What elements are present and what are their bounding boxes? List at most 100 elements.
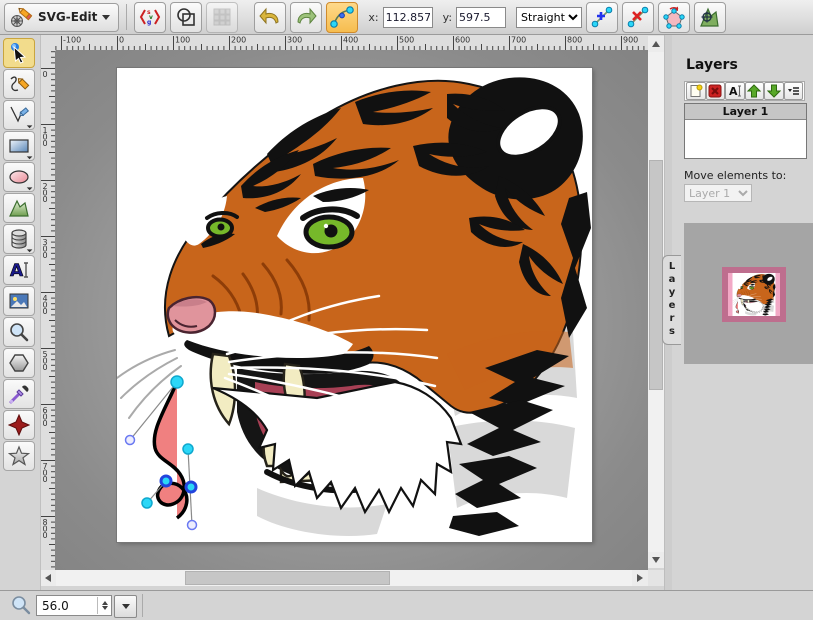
eyedropper-icon — [8, 383, 30, 405]
svg-text:700: 700 — [43, 462, 48, 484]
overlapping-shapes-icon — [175, 6, 197, 28]
svg-text:600: 600 — [43, 406, 48, 428]
path-node-icon — [330, 5, 354, 29]
more-options-icon — [786, 84, 800, 98]
star-tool-button[interactable] — [3, 441, 35, 471]
svg-text:300: 300 — [287, 36, 302, 45]
layer-list-body[interactable] — [685, 120, 806, 158]
y-coordinate-input[interactable] — [456, 7, 506, 28]
line-tool-button[interactable] — [3, 100, 35, 130]
image-tool-button[interactable] — [3, 286, 35, 316]
path-node-selected — [186, 482, 196, 492]
layers-panel-title: Layers — [686, 57, 738, 73]
grid-button[interactable] — [206, 2, 238, 33]
layers-panel-tab[interactable]: Layers — [662, 255, 681, 345]
rectangle-tool-button[interactable] — [3, 131, 35, 161]
statusbar-separator — [142, 594, 143, 617]
layers-panel: Layers A — [672, 35, 813, 619]
node-edit-mode-button[interactable] — [326, 2, 358, 33]
path-node-selected — [161, 476, 171, 486]
redo-button[interactable] — [290, 2, 322, 33]
control-handle — [126, 436, 135, 445]
drawing-workspace[interactable] — [55, 50, 648, 570]
arrow-up-green-icon — [747, 84, 761, 98]
svg-text:500: 500 — [43, 350, 48, 372]
hexagon-icon — [8, 352, 30, 374]
open-path-button[interactable] — [694, 2, 726, 33]
close-path-button[interactable] — [658, 2, 690, 33]
text-tool-button[interactable]: A — [3, 255, 35, 285]
eyedropper-tool-button[interactable] — [3, 379, 35, 409]
zoom-tool-button[interactable] — [3, 317, 35, 347]
status-bar: 56.0 — [0, 590, 813, 620]
close-path-icon — [662, 5, 686, 29]
scroll-up-button[interactable] — [648, 36, 664, 52]
zoom-spinner[interactable] — [97, 597, 111, 614]
main-menu-label: SVG-Edit — [38, 10, 97, 24]
shape-library-button[interactable] — [170, 2, 202, 33]
arrow-down-green-icon — [767, 84, 781, 98]
zoom-preset-dropdown-button[interactable] — [114, 595, 137, 618]
layer-more-options-button[interactable] — [784, 82, 804, 100]
horizontal-scrollbar[interactable] — [40, 570, 648, 586]
path-node — [183, 444, 193, 454]
path-node — [142, 498, 152, 508]
svg-text:200: 200 — [43, 182, 48, 204]
svg-text:0: 0 — [119, 36, 124, 45]
move-elements-label: Move elements to: — [684, 169, 786, 182]
zoom-level-value[interactable]: 56.0 — [37, 599, 97, 613]
layer-thumbnail-image — [728, 273, 780, 316]
path-node — [171, 376, 183, 388]
svg-text:100: 100 — [43, 126, 48, 148]
spinner-up-icon — [102, 598, 108, 605]
path-tool-button[interactable] — [3, 193, 35, 223]
move-layer-down-button[interactable] — [764, 82, 784, 100]
polygon-tool-button[interactable] — [3, 348, 35, 378]
zoom-level-field[interactable]: 56.0 — [36, 595, 112, 616]
select-tool-button[interactable] — [3, 38, 35, 68]
pencil-tool-button[interactable] — [3, 69, 35, 99]
add-node-icon — [590, 5, 614, 29]
new-layer-button[interactable] — [686, 82, 706, 100]
redo-icon — [294, 5, 318, 29]
main-menu-button[interactable]: SVG-Edit — [4, 3, 119, 32]
vertical-scroll-thumb[interactable] — [649, 160, 663, 390]
svg-text:500: 500 — [399, 36, 414, 45]
cylinder-tool-button[interactable] — [3, 224, 35, 254]
svg-edit-application: SVG-Edit s v g — [0, 0, 813, 619]
tools-sidebar: A — [0, 35, 41, 590]
svg-text:800: 800 — [43, 518, 48, 540]
rename-layer-button[interactable]: A — [725, 82, 745, 100]
green-shape-icon — [8, 197, 30, 219]
svg-text:0: 0 — [43, 70, 48, 79]
zoom-magnifier-icon — [11, 595, 31, 615]
move-elements-select[interactable]: Layer 1 — [684, 184, 752, 202]
delete-layer-button[interactable] — [706, 82, 726, 100]
x-coordinate-input[interactable] — [383, 7, 433, 28]
svg-text:400: 400 — [43, 294, 48, 316]
vertical-ruler: 0100200300400500600700800900 — [40, 50, 55, 570]
svg-text:g: g — [147, 19, 151, 26]
shape-lib-tool-button[interactable] — [3, 410, 35, 440]
undo-button[interactable] — [254, 2, 286, 33]
layer-preview-area — [684, 223, 813, 364]
layer-thumbnail[interactable] — [722, 267, 786, 322]
scroll-down-button[interactable] — [648, 552, 664, 568]
scroll-left-button[interactable] — [40, 570, 56, 586]
move-layer-up-button[interactable] — [745, 82, 765, 100]
magnifier-icon — [8, 321, 30, 343]
layer-buttons-strip: A — [684, 81, 805, 101]
layer-list-item-selected[interactable]: Layer 1 — [685, 104, 806, 120]
scroll-right-button[interactable] — [632, 570, 648, 586]
layer-list: Layer 1 — [684, 103, 807, 159]
delete-node-button[interactable] — [622, 2, 654, 33]
svg-canvas[interactable] — [117, 68, 592, 542]
ellipse-tool-button[interactable] — [3, 162, 35, 192]
horizontal-scroll-thumb[interactable] — [185, 571, 390, 585]
main-toolbar: SVG-Edit s v g — [0, 0, 813, 35]
add-node-button[interactable] — [586, 2, 618, 33]
source-editor-button[interactable]: s v g — [134, 2, 166, 33]
svg-text:200: 200 — [231, 36, 246, 45]
segment-type-select[interactable]: Straight — [516, 7, 582, 28]
star-icon — [8, 445, 30, 467]
